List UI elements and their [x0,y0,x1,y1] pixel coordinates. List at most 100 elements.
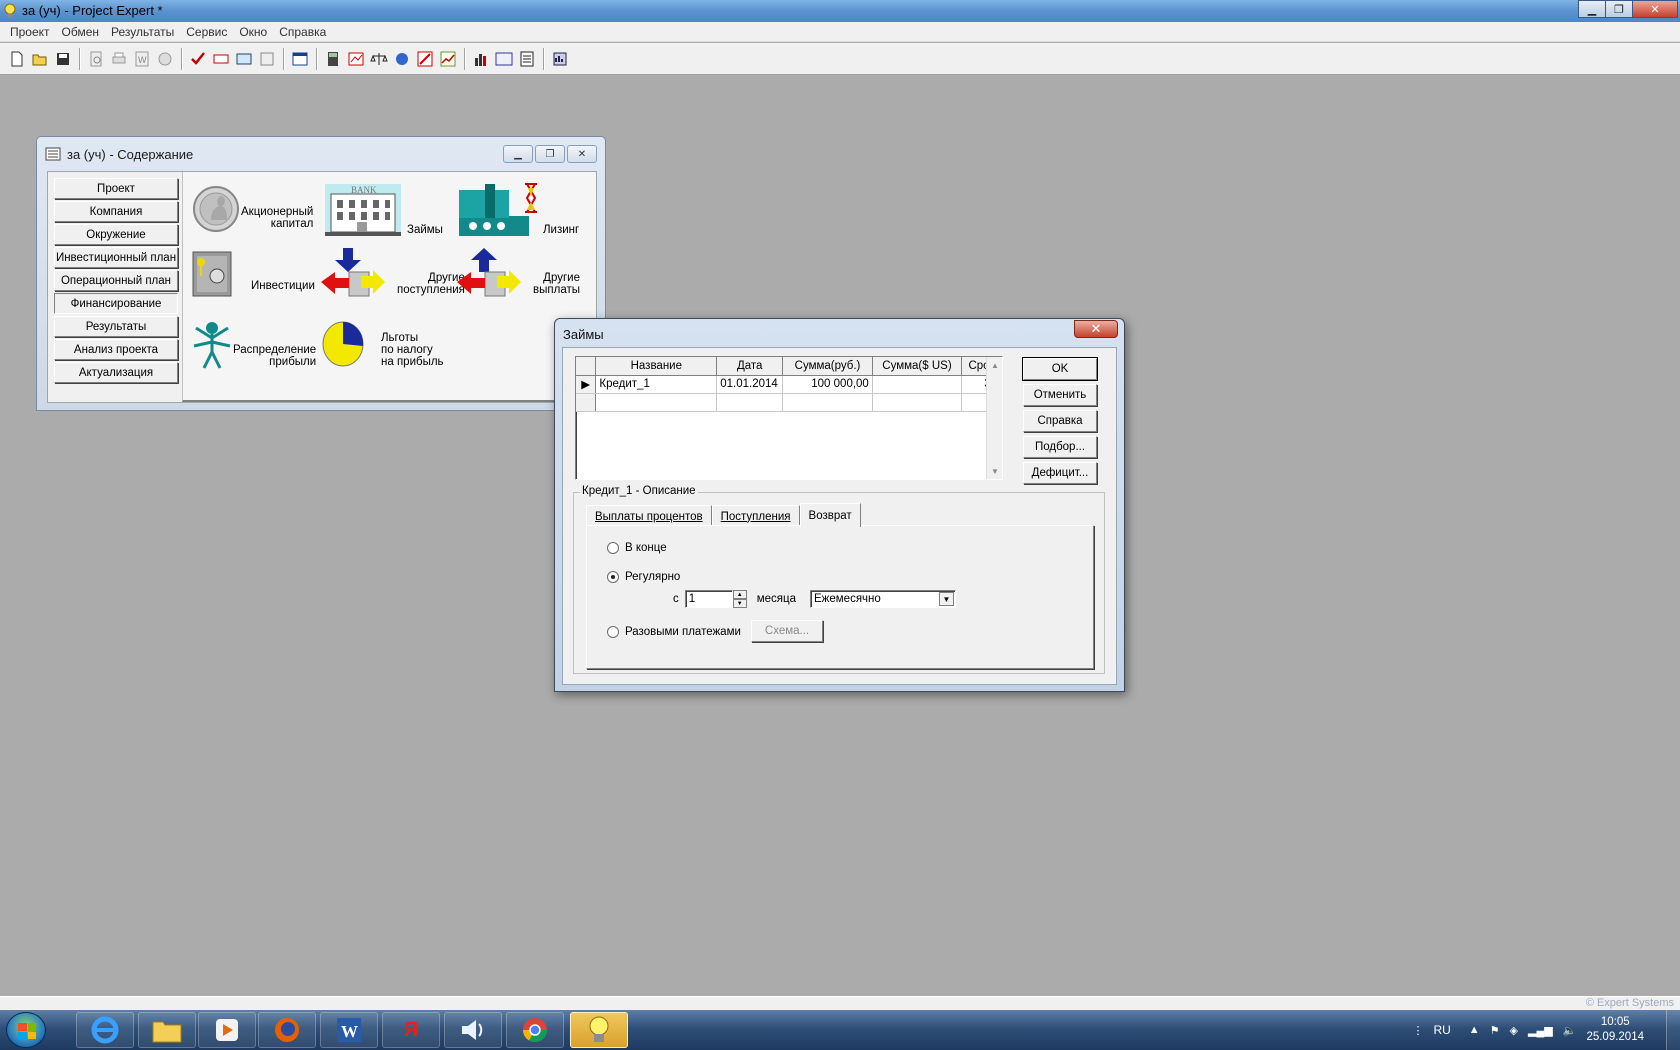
scroll-up-icon[interactable]: ▲ [987,357,1003,373]
tab-receipts[interactable]: Поступления [711,505,800,527]
clock[interactable]: 10:05 25.09.2014 [1586,1015,1644,1045]
minimize-button[interactable]: ▁ [1578,0,1606,18]
content-minimize-button[interactable]: ▁ [503,145,533,163]
tile-investments[interactable]: Инвестиции [191,250,315,298]
period-select[interactable]: Ежемесячно ▼ [810,590,957,608]
tile-other-receipts[interactable]: Другие поступления [321,248,465,300]
spin-down-icon[interactable]: ▼ [732,599,747,608]
taskbar-ie[interactable] [76,1012,134,1048]
radio-regular-circle[interactable] [607,571,619,583]
table-button[interactable] [256,48,278,70]
nav-project-analysis[interactable]: Анализ проекта [54,339,178,360]
taskbar-word[interactable]: W [320,1012,378,1048]
app-titlebar[interactable]: за (уч) - Project Expert * ▁ ❐ ✕ [0,0,1680,22]
network-signal-icon[interactable]: ▂▄▆ [1528,1024,1553,1037]
language-indicator[interactable]: RU [1433,1023,1450,1037]
nav-actualization[interactable]: Актуализация [54,362,178,383]
menu-help[interactable]: Справка [273,25,332,39]
table-row-empty[interactable] [576,393,1002,412]
table-row[interactable]: ▶ Кредит_1 01.01.2014 100 000,00 3 г [576,375,1002,394]
report-button[interactable] [154,48,176,70]
stats-button[interactable] [470,48,492,70]
npv-button[interactable] [493,48,515,70]
grid-vertical-scrollbar[interactable]: ▲ ▼ [986,357,1002,479]
radio-at-end[interactable]: В конце [607,542,667,554]
col-header-sum-rub[interactable]: Сумма(руб.) [782,357,873,376]
cell-empty[interactable] [595,393,718,412]
print-button[interactable] [108,48,130,70]
tile-tax-benefits[interactable]: Льготы по налогу на прибыль [321,316,444,370]
cell-sum-rub[interactable]: 100 000,00 [782,375,873,394]
menu-window[interactable]: Окно [233,25,273,39]
nav-operational-plan[interactable]: Операционный план [54,270,178,291]
check-button[interactable] [187,48,209,70]
project-calc-button[interactable] [549,48,571,70]
radio-lump-payments[interactable]: Разовыми платежами [607,626,741,638]
save-button[interactable] [52,48,74,70]
scroll-down-icon[interactable]: ▼ [987,463,1003,479]
balance-button[interactable] [368,48,390,70]
dialog-close-button[interactable]: ✕ [1074,320,1118,338]
tile-profit-distribution[interactable]: Распределение прибыли [191,316,316,370]
content-window-titlebar[interactable]: за (уч) - Содержание [45,145,193,163]
help-button[interactable]: Справка [1023,410,1097,432]
chart-button[interactable] [414,48,436,70]
spin-up-icon[interactable]: ▲ [732,590,747,599]
taskbar-project-expert[interactable] [570,1012,628,1048]
cell-date[interactable]: 01.01.2014 [716,375,784,394]
cell-name[interactable]: Кредит_1 [595,375,718,394]
content-restore-button[interactable]: ❐ [535,145,565,163]
nav-company[interactable]: Компания [54,201,178,222]
calculator-button[interactable] [322,48,344,70]
radio-regular[interactable]: Регулярно [607,571,680,583]
start-button[interactable] [6,1012,46,1048]
col-header-name[interactable]: Название [595,357,718,376]
show-hidden-icons-icon[interactable]: ▲ [1469,1024,1480,1036]
recalc-button[interactable] [233,48,255,70]
menu-project[interactable]: Проект [4,25,56,39]
show-desktop-button[interactable] [1666,1010,1680,1050]
cell-sum-usd[interactable] [872,375,963,394]
preview-button[interactable] [85,48,107,70]
radio-lump-payments-circle[interactable] [607,626,619,638]
taskbar-media-player[interactable] [198,1012,256,1048]
analysis-button[interactable] [391,48,413,70]
params-button[interactable] [516,48,538,70]
cell-empty[interactable] [782,393,873,412]
volume-icon[interactable]: 🔈 [1563,1024,1577,1037]
tile-leasing[interactable]: Лизинг [457,182,579,238]
tab-interest-payments[interactable]: Выплаты процентов [586,505,712,527]
antivirus-icon[interactable]: ◈ [1510,1024,1518,1037]
taskbar-chrome[interactable] [506,1012,564,1048]
nav-results[interactable]: Результаты [54,316,178,337]
nav-financing[interactable]: Финансирование [54,293,178,314]
cancel-button[interactable]: Отменить [1023,384,1097,406]
window-button[interactable] [289,48,311,70]
col-header-date[interactable]: Дата [716,357,784,376]
new-file-button[interactable] [6,48,28,70]
action-center-flag-icon[interactable]: ⚑ [1490,1024,1500,1037]
word-export-button[interactable]: W [131,48,153,70]
select-button[interactable]: Подбор... [1023,436,1097,458]
col-header-sum-usd[interactable]: Сумма($ US) [872,357,963,376]
tile-other-payments[interactable]: Другие выплаты [457,248,580,300]
menu-exchange[interactable]: Обмен [56,25,106,39]
start-month-stepper[interactable]: ▲ ▼ [732,590,747,608]
nav-investment-plan[interactable]: Инвестиционный план [54,247,178,268]
deficit-button[interactable]: Дефицит... [1023,462,1097,484]
restore-button[interactable]: ❐ [1605,0,1633,18]
nav-environment[interactable]: Окружение [54,224,178,245]
taskbar-firefox[interactable] [258,1012,316,1048]
menu-results[interactable]: Результаты [105,25,180,39]
cell-empty[interactable] [872,393,963,412]
content-close-button[interactable]: ✕ [567,145,597,163]
taskbar-sound[interactable] [444,1012,502,1048]
cashflow-button[interactable] [345,48,367,70]
taskbar-explorer[interactable] [138,1012,196,1048]
calc-button[interactable] [210,48,232,70]
loans-grid[interactable]: Название Дата Сумма(руб.) Сумма($ US) Ср… [575,356,1003,480]
tile-loans[interactable]: BANK Займы [321,182,443,238]
taskbar-yandex[interactable]: Я [382,1012,440,1048]
chevron-down-icon[interactable]: ▼ [939,592,955,606]
nav-project[interactable]: Проект [54,178,178,199]
